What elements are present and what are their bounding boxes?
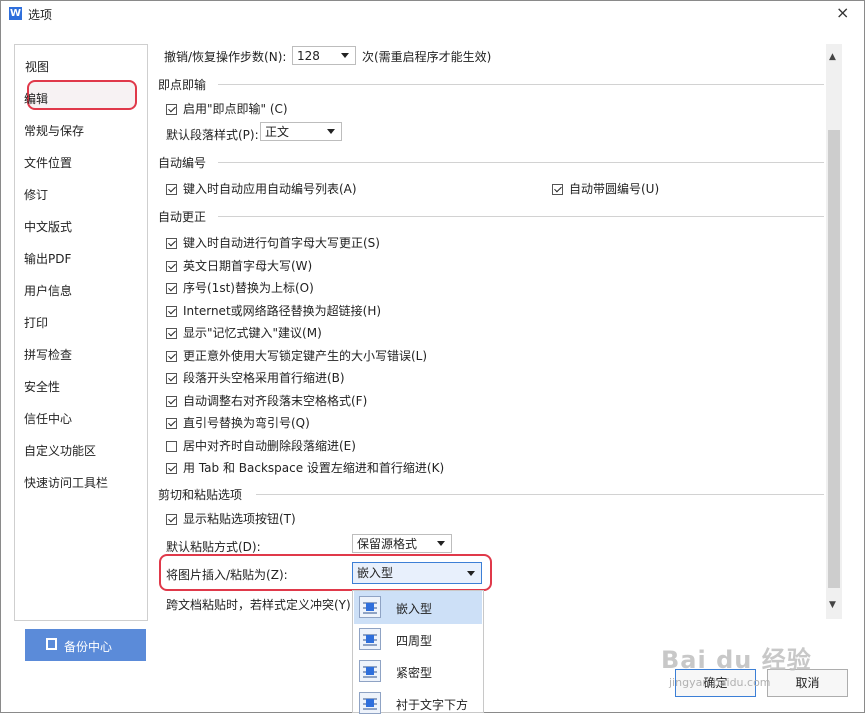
chevron-down-icon [467, 571, 475, 576]
checkbox-icon[interactable] [166, 305, 177, 317]
auto-number-list-checkbox[interactable]: 键入时自动应用自动编号列表(A) [166, 180, 357, 197]
checkbox-icon[interactable] [166, 184, 177, 195]
sidebar-item-spellcheck[interactable]: 拼写检查 [24, 346, 72, 363]
scroll-down-icon[interactable]: ▼ [829, 600, 836, 610]
option-behind-text[interactable]: 衬于文字下方 [354, 687, 482, 720]
settings-content: 撤销/恢复操作步数(N): 128 次(需重启程序才能生效) 即点即输 启用"即… [152, 44, 842, 619]
undo-steps-input[interactable]: 128 [292, 46, 356, 65]
sidebar-item-quick-access[interactable]: 快速访问工具栏 [24, 474, 108, 491]
autocorrect-option[interactable]: Internet或网络路径替换为超链接(H) [166, 302, 381, 319]
section-auto-number: 自动编号 [158, 156, 207, 170]
close-icon[interactable]: × [836, 3, 849, 22]
autocorrect-option[interactable]: 更正意外使用大写锁定键产生的大小写错误(L) [166, 347, 427, 364]
image-paste-dropdown-list: 嵌入型 四周型 紧密型 衬于文字下方 [352, 590, 484, 714]
spinner-down-icon[interactable] [341, 53, 349, 58]
inline-wrap-icon [359, 596, 381, 618]
scroll-up-icon[interactable]: ▲ [829, 52, 836, 62]
section-click-input: 即点即输 [158, 78, 207, 92]
chevron-down-icon [437, 541, 445, 546]
checkbox-icon[interactable] [166, 514, 177, 525]
behind-text-icon [359, 692, 381, 714]
checkbox-icon[interactable] [552, 184, 563, 195]
undo-steps-value: 128 [297, 49, 320, 63]
backup-center-label: 备份中心 [64, 640, 113, 654]
sidebar-item-trust-center[interactable]: 信任中心 [24, 410, 72, 427]
watermark-logo: Bai du 经验 [661, 646, 812, 674]
autocorrect-option[interactable]: 用 Tab 和 Backspace 设置左缩进和首行缩进(K) [166, 459, 444, 476]
sidebar-item-user-info[interactable]: 用户信息 [24, 282, 72, 299]
style-conflict-label: 跨文档粘贴时，若样式定义冲突(Y): [166, 598, 355, 612]
option-inline[interactable]: 嵌入型 [354, 591, 482, 624]
chevron-down-icon [327, 129, 335, 134]
checkbox-icon[interactable] [166, 373, 177, 384]
watermark-url: jingyan.baidu.com [669, 676, 771, 689]
checkbox-icon[interactable] [166, 463, 177, 474]
section-autocorrect: 自动更正 [158, 210, 207, 224]
checkbox-icon[interactable] [166, 350, 177, 362]
image-paste-select[interactable]: 嵌入型 [352, 562, 482, 584]
tight-wrap-icon [359, 660, 381, 682]
sidebar-item-security[interactable]: 安全性 [24, 378, 60, 395]
show-paste-button-checkbox[interactable]: 显示粘贴选项按钮(T) [166, 510, 296, 527]
square-wrap-icon [359, 628, 381, 650]
section-paste: 剪切和粘贴选项 [158, 488, 243, 502]
divider [256, 494, 824, 495]
autocorrect-option[interactable]: 段落开头空格采用首行缩进(B) [166, 369, 345, 386]
title-bar [1, 1, 864, 25]
auto-circle-number-checkbox[interactable]: 自动带圆编号(U) [552, 180, 659, 197]
default-paste-select[interactable]: 保留源格式 [352, 534, 452, 553]
checkbox-icon[interactable] [166, 440, 177, 452]
scrollbar-thumb[interactable] [828, 130, 840, 588]
sidebar-item-revision[interactable]: 修订 [24, 186, 48, 203]
sidebar-item-print[interactable]: 打印 [24, 314, 48, 331]
checkbox-icon[interactable] [166, 238, 177, 249]
checkbox-icon[interactable] [166, 328, 177, 339]
sidebar-item-file-location[interactable]: 文件位置 [24, 154, 72, 171]
sidebar-item-edit[interactable]: 编辑 [24, 90, 48, 107]
autocorrect-option[interactable]: 序号(1st)替换为上标(O) [166, 279, 314, 296]
autocorrect-option[interactable]: 显示"记忆式键入"建议(M) [166, 324, 322, 341]
backup-icon [46, 638, 57, 650]
app-icon: W [9, 7, 22, 20]
checkbox-icon[interactable] [166, 283, 177, 294]
divider [218, 216, 824, 217]
checkbox-icon[interactable] [166, 260, 177, 272]
autocorrect-option[interactable]: 居中对齐时自动删除段落缩进(E) [166, 437, 356, 454]
autocorrect-option[interactable]: 自动调整右对齐段落末空格格式(F) [166, 392, 367, 409]
autocorrect-option[interactable]: 键入时自动进行句首字母大写更正(S) [166, 234, 380, 251]
paragraph-style-select[interactable]: 正文 [260, 122, 342, 141]
undo-steps-label: 撤销/恢复操作步数(N): [164, 50, 287, 64]
sidebar-item-customize-ribbon[interactable]: 自定义功能区 [24, 442, 96, 459]
autocorrect-option[interactable]: 直引号替换为弯引号(Q) [166, 414, 310, 431]
undo-steps-suffix: 次(需重启程序才能生效) [362, 50, 492, 64]
sidebar-items: 编辑 常规与保存 文件位置 修订 中文版式 输出PDF 用户信息 打印 拼写检查… [14, 44, 146, 619]
checkbox-icon[interactable] [166, 418, 177, 429]
default-paragraph-style-label: 默认段落样式(P): [166, 128, 259, 142]
checkbox-icon[interactable] [166, 395, 177, 407]
option-tight[interactable]: 紧密型 [354, 655, 482, 688]
option-square[interactable]: 四周型 [354, 623, 482, 656]
sidebar-item-chinese-layout[interactable]: 中文版式 [24, 218, 72, 235]
autocorrect-option[interactable]: 英文日期首字母大写(W) [166, 257, 312, 274]
divider [218, 84, 824, 85]
checkbox-icon[interactable] [166, 104, 177, 115]
sidebar-item-output-pdf[interactable]: 输出PDF [24, 250, 71, 267]
dialog-title: 选项 [28, 8, 53, 22]
click-input-checkbox[interactable]: 启用"即点即输" (C) [166, 100, 288, 117]
divider [218, 162, 824, 163]
default-paste-label: 默认粘贴方式(D): [166, 540, 261, 554]
sidebar-item-general-save[interactable]: 常规与保存 [24, 122, 84, 139]
